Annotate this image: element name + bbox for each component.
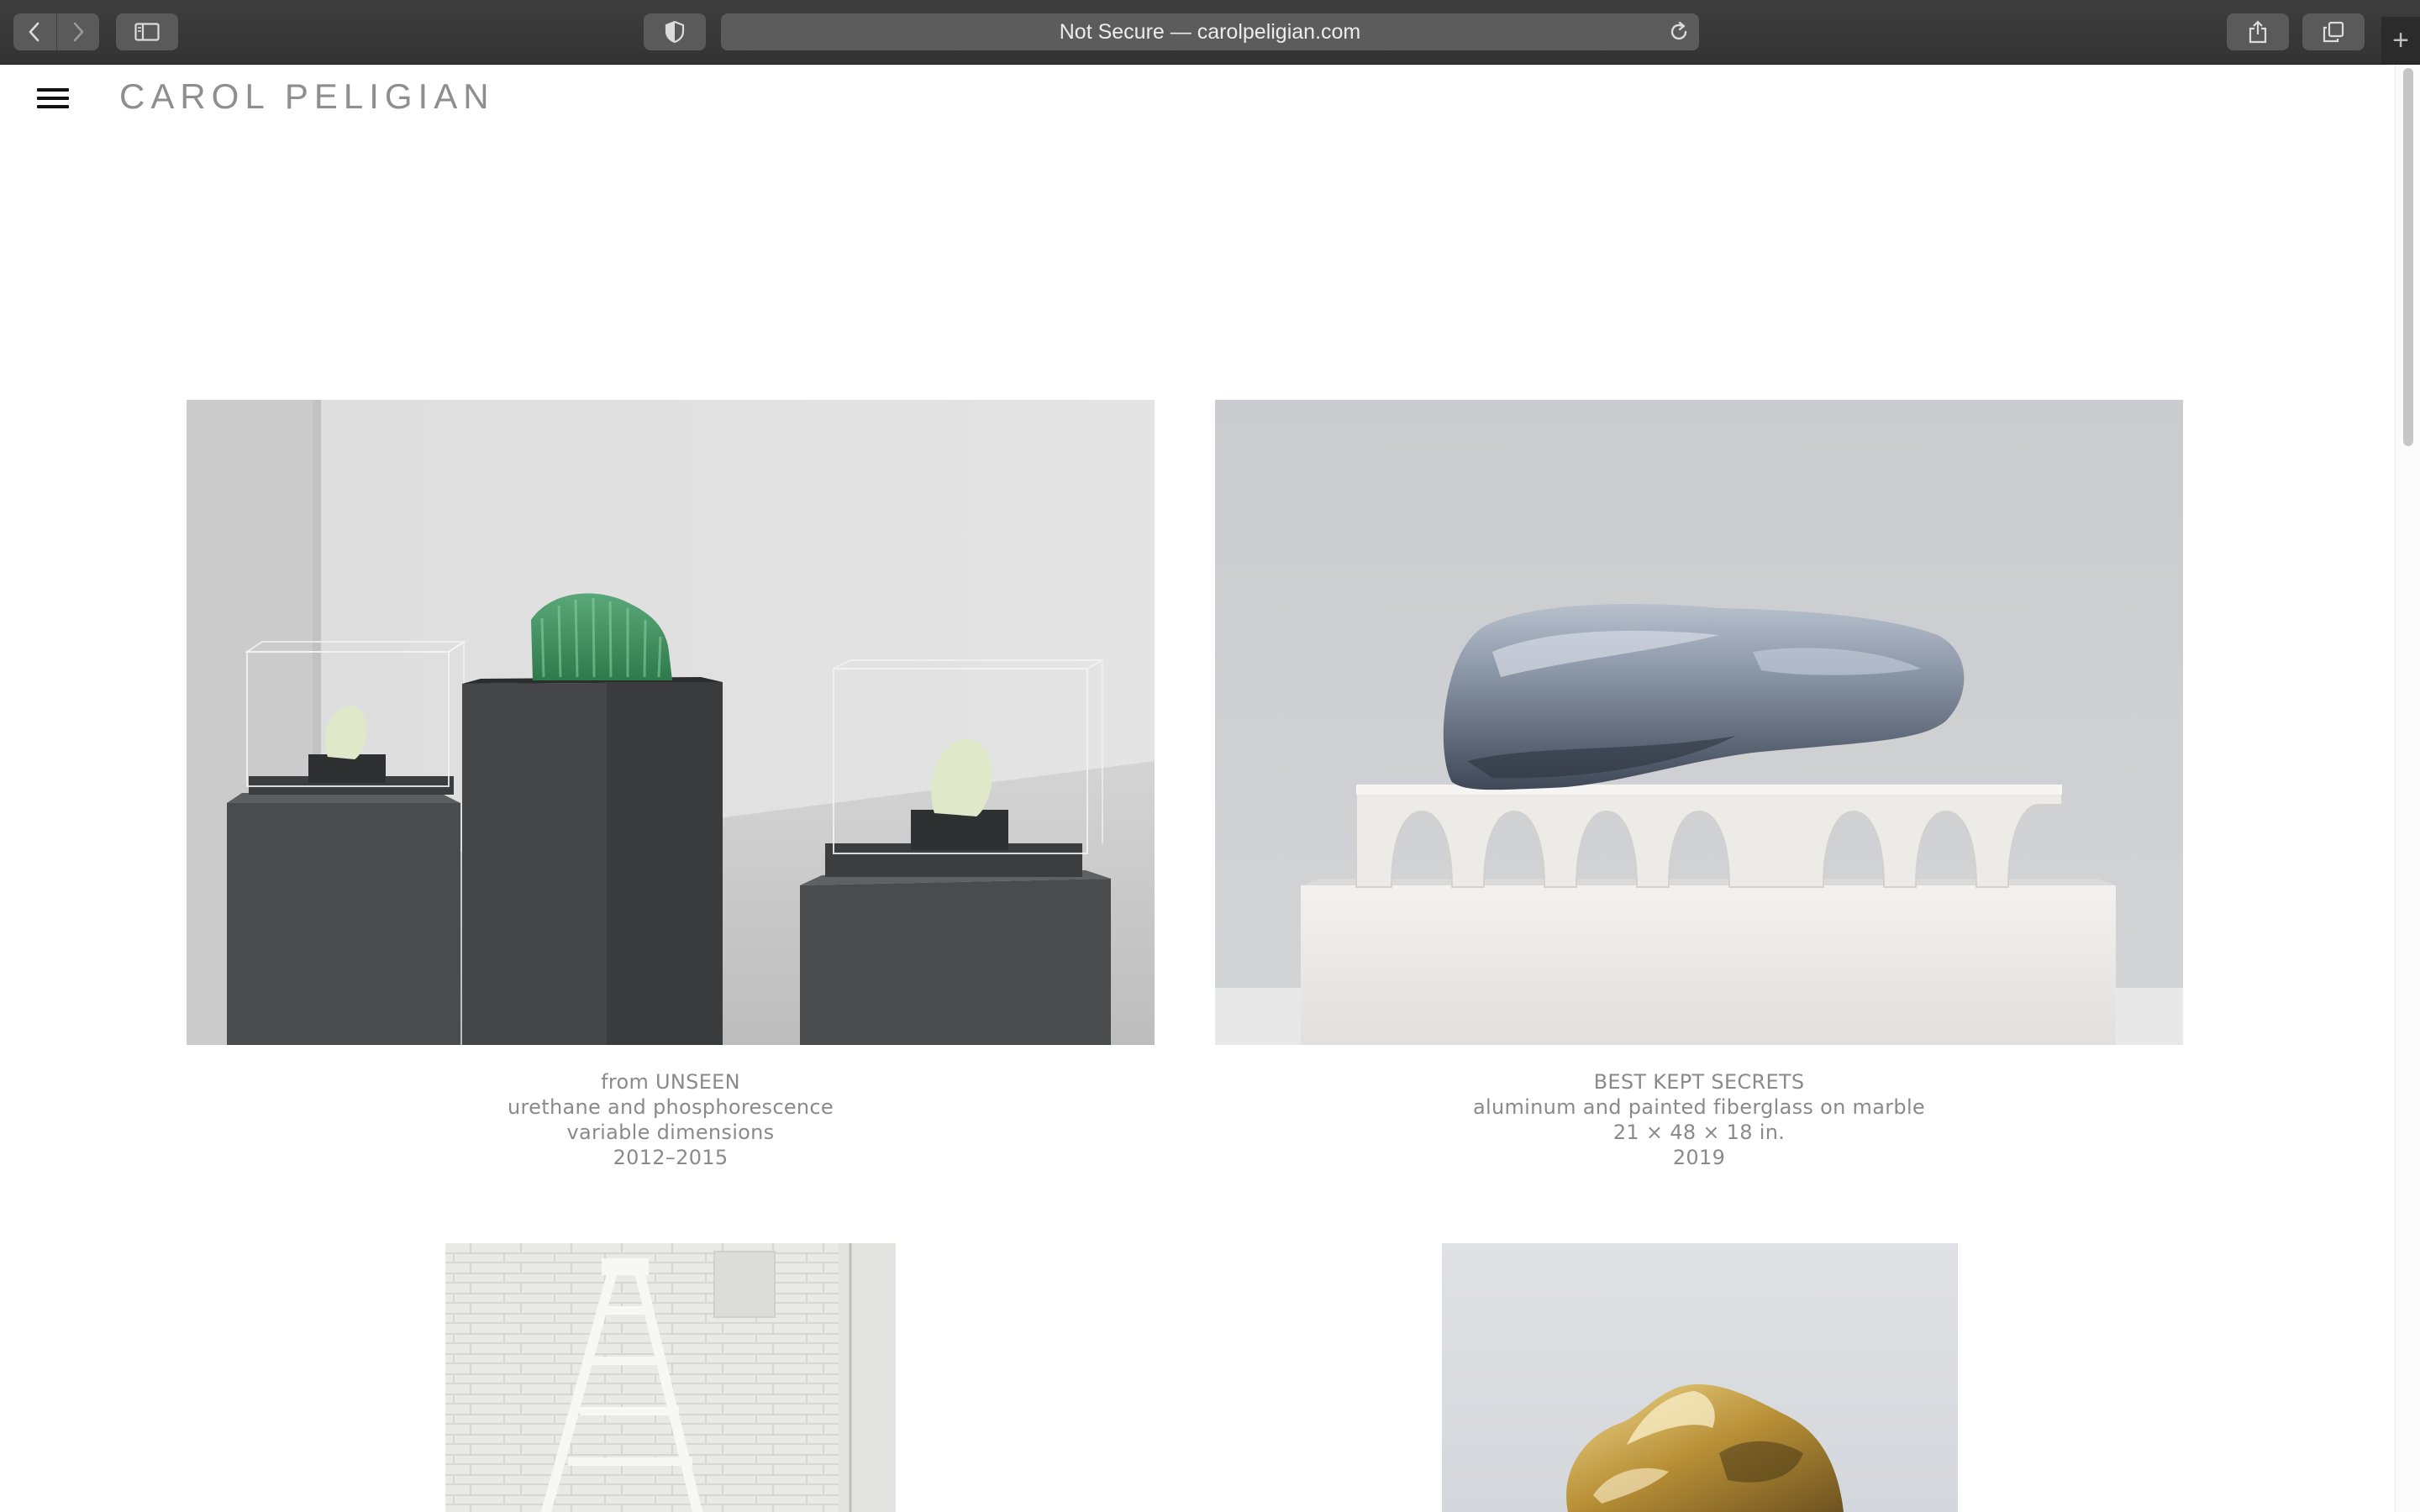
caption-medium: urethane and phosphorescence [508, 1095, 834, 1119]
tab-overview-button[interactable] [2302, 13, 2365, 50]
address-text: Not Secure — carolpeligian.com [1059, 19, 1361, 44]
new-tab-button[interactable]: + [2381, 17, 2420, 64]
caption-unseen: from UNSEEN urethane and phosphorescence… [187, 1069, 1155, 1170]
address-bar[interactable]: Not Secure — carolpeligian.com [721, 13, 1699, 50]
artwork-image-best-kept-secrets[interactable] [1215, 400, 2183, 1045]
caption-medium: aluminum and painted fiberglass on marbl… [1473, 1095, 1925, 1119]
forward-button[interactable] [55, 13, 100, 50]
artwork-image-ladder[interactable] [445, 1243, 896, 1512]
forward-icon [73, 22, 84, 42]
artwork-image-gold-sculpture[interactable] [1442, 1243, 1958, 1512]
reload-icon[interactable] [1667, 20, 1691, 44]
caption-title: from UNSEEN [601, 1070, 740, 1094]
caption-dimensions: 21 × 48 × 18 in. [1612, 1121, 1786, 1144]
share-button[interactable] [2227, 13, 2289, 50]
caption-title: BEST KEPT SECRETS [1593, 1070, 1805, 1094]
caption-dimensions: variable dimensions [566, 1121, 775, 1144]
back-button[interactable] [13, 13, 56, 50]
tabs-icon [2323, 21, 2344, 43]
caption-year: 2012–2015 [613, 1146, 729, 1169]
caption-year: 2019 [1672, 1146, 1726, 1169]
sidebar-icon [134, 23, 160, 41]
scrollbar-thumb[interactable] [2403, 68, 2413, 446]
page-scrollbar[interactable] [2395, 65, 2420, 1512]
history-nav [13, 13, 99, 50]
menu-icon[interactable] [37, 88, 69, 110]
sidebar-button[interactable] [116, 13, 178, 50]
back-icon [29, 22, 39, 42]
site-title[interactable]: CAROL PELIGIAN [119, 76, 495, 117]
browser-toolbar: Not Secure — carolpeligian.com + [0, 0, 2420, 65]
web-page: CAROL PELIGIAN from UNSEEN urethane and … [0, 65, 2395, 1512]
privacy-shield-icon [665, 20, 685, 44]
privacy-report-button[interactable] [644, 13, 706, 50]
caption-best-kept-secrets: BEST KEPT SECRETS aluminum and painted f… [1215, 1069, 2183, 1170]
share-icon [2249, 20, 2267, 44]
artwork-image-unseen[interactable] [187, 400, 1155, 1045]
